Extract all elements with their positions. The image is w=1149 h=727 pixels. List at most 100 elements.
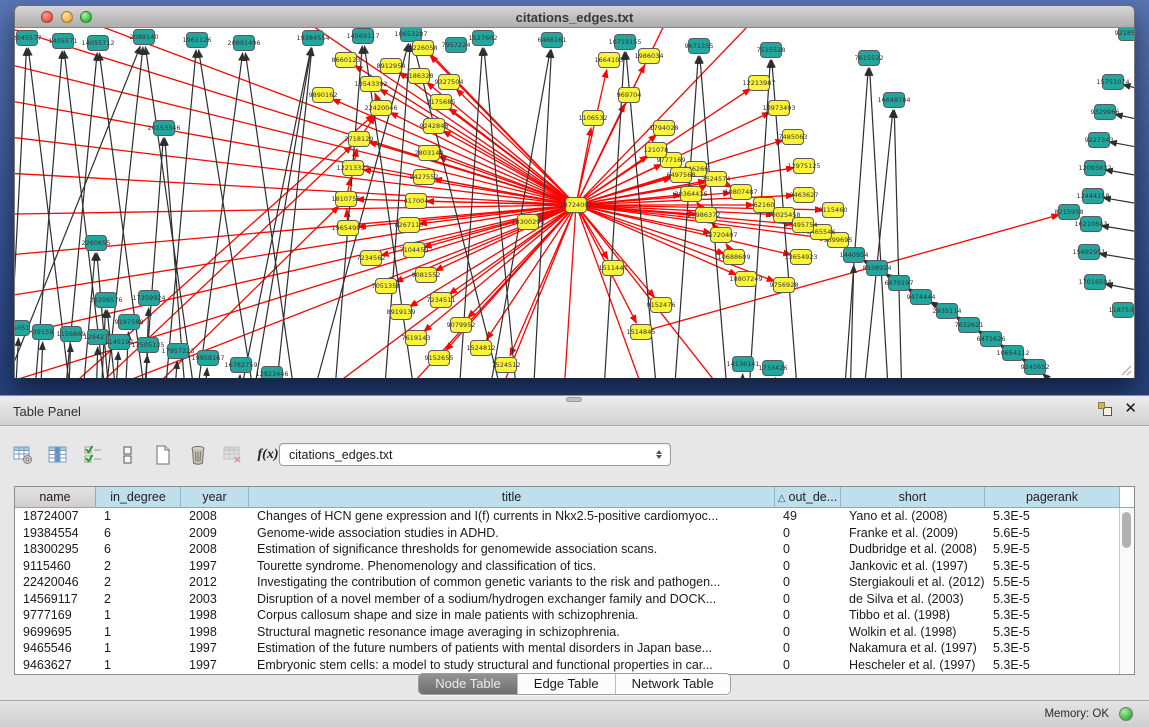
table-cell[interactable]: 5.3E-5 — [985, 657, 1120, 674]
table-row[interactable]: 977716911998Corpus callosum shape and si… — [15, 607, 1120, 624]
graph-node[interactable]: 7619143 — [402, 331, 431, 346]
graph-node[interactable]: 9327504 — [435, 75, 464, 90]
graph-node[interactable]: 7986372 — [692, 208, 721, 223]
table-cell[interactable]: Investigating the contribution of common… — [249, 574, 775, 591]
table-cell[interactable]: 9115460 — [15, 558, 96, 575]
table-row[interactable]: 2242004622012Investigating the contribut… — [15, 574, 1120, 591]
graph-node[interactable]: 15751074 — [1096, 75, 1129, 90]
graph-node[interactable]: 9218507 — [1115, 28, 1135, 41]
graph-node[interactable]: 1961126 — [183, 33, 212, 48]
table-cell[interactable]: 5.3E-5 — [985, 508, 1120, 525]
table-cell[interactable]: Disruption of a novel member of a sodium… — [249, 591, 775, 608]
graph-node[interactable]: 9671355 — [685, 39, 714, 54]
graph-node[interactable]: 17359924 — [132, 291, 165, 306]
network-window-titlebar[interactable]: citations_edges.txt — [14, 5, 1135, 28]
graph-node[interactable]: 10653287 — [394, 28, 427, 42]
network-window[interactable]: citations_edges.txt 20455771405571140557… — [14, 5, 1135, 378]
graph-node[interactable]: 1733426 — [759, 361, 788, 376]
graph-node[interactable]: 1524812 — [467, 341, 496, 356]
table-cell[interactable]: Tourette syndrome. Phenomenology and cla… — [249, 558, 775, 575]
table-cell[interactable]: 2012 — [181, 574, 249, 591]
graph-node[interactable]: 3175685 — [427, 95, 456, 110]
table-cell[interactable]: 5.3E-5 — [985, 640, 1120, 657]
table-cell[interactable]: 5.3E-5 — [985, 624, 1120, 641]
table-cell[interactable]: Hescheler et al. (1997) — [841, 657, 985, 674]
graph-node[interactable]: 12975125 — [787, 159, 820, 174]
table-cell[interactable]: 1 — [96, 640, 181, 657]
column-header-title[interactable]: title — [249, 487, 775, 507]
table-cell[interactable]: 1997 — [181, 558, 249, 575]
graph-node[interactable]: 7957224 — [442, 38, 471, 53]
graph-node[interactable]: 417004 — [404, 194, 429, 209]
canvas-resize-grip[interactable] — [1118, 362, 1132, 376]
table-cell[interactable]: 1997 — [181, 657, 249, 674]
graph-node[interactable]: 1145194 — [105, 335, 134, 350]
table-cell[interactable]: Embryonic stem cells: a model to study s… — [249, 657, 775, 674]
graph-node[interactable]: 9081552 — [412, 268, 441, 283]
graph-node[interactable]: 9245652 — [1021, 360, 1050, 375]
graph-node[interactable]: 16648784 — [877, 93, 910, 108]
graph-node[interactable]: 13654923 — [784, 250, 817, 265]
table-cell[interactable]: 0 — [775, 657, 841, 674]
graph-node[interactable]: 12923446 — [255, 367, 288, 379]
table-row[interactable]: 1456911722003Disruption of a novel membe… — [15, 591, 1120, 608]
graph-node[interactable]: 14055712 — [81, 36, 114, 51]
table-cell[interactable]: 0 — [775, 525, 841, 542]
table-cell[interactable]: 5.5E-5 — [985, 574, 1120, 591]
table-cell[interactable]: 19384554 — [15, 525, 96, 542]
table-cell[interactable]: 6 — [96, 525, 181, 542]
table-cell[interactable]: 1 — [96, 657, 181, 674]
graph-node[interactable]: 85051 — [15, 321, 30, 336]
close-panel-icon[interactable]: ✕ — [1124, 402, 1137, 416]
graph-node[interactable]: 9227343 — [1085, 133, 1114, 148]
table-cell[interactable]: Estimation of the future numbers of pati… — [249, 640, 775, 657]
graph-node[interactable]: 8919139 — [387, 305, 416, 320]
graph-node[interactable]: 1986034 — [635, 49, 664, 64]
graph-node[interactable]: 121078 — [644, 143, 669, 158]
graph-node[interactable]: 1156869 — [57, 327, 86, 342]
graph-node[interactable]: 1514845 — [627, 325, 656, 340]
graph-node[interactable]: 7234562 — [357, 251, 386, 266]
show-columns-button[interactable] — [45, 442, 71, 468]
graph-node[interactable]: 19384554 — [296, 31, 329, 46]
table-cell[interactable]: Nakamura et al. (1997) — [841, 640, 985, 657]
graph-node[interactable]: 8660123 — [332, 53, 361, 68]
graph-node[interactable]: 9079952 — [447, 318, 476, 333]
table-cell[interactable]: 2009 — [181, 525, 249, 542]
select-rows-button[interactable] — [80, 442, 106, 468]
table-cell[interactable]: 0 — [775, 607, 841, 624]
delete-entries-button[interactable] — [185, 442, 211, 468]
graph-node[interactable]: 2226058 — [409, 41, 438, 56]
graph-node[interactable]: 9152655 — [425, 351, 454, 366]
graph-node[interactable]: 1405571 — [49, 34, 78, 49]
graph-node[interactable]: 9495754 — [789, 218, 818, 233]
graph-node[interactable]: 12444158 — [1076, 189, 1109, 204]
graph-node[interactable]: 2803144 — [415, 146, 444, 161]
graph-node[interactable]: 20891406 — [227, 36, 260, 51]
graph-node[interactable]: 6497568 — [667, 168, 696, 183]
graph-node[interactable]: 1810755 — [332, 192, 361, 207]
table-cell[interactable]: 0 — [775, 640, 841, 657]
graph-node[interactable]: 1187534 — [1109, 303, 1135, 318]
graph-node[interactable]: 2089140 — [130, 30, 159, 45]
graph-node[interactable]: 6879197 — [885, 276, 914, 291]
tab-node-table[interactable]: Node Table — [419, 674, 517, 694]
table-scrollbar[interactable] — [1119, 508, 1134, 674]
graph-node[interactable]: 20153346 — [147, 121, 180, 136]
table-cell[interactable]: Jankovic et al. (1997) — [841, 558, 985, 575]
tab-network-table[interactable]: Network Table — [615, 674, 730, 694]
table-cell[interactable]: Dudbridge et al. (2008) — [841, 541, 985, 558]
table-cell[interactable]: 2003 — [181, 591, 249, 608]
graph-node[interactable]: 9242848 — [420, 119, 449, 134]
table-cell[interactable]: 6 — [96, 541, 181, 558]
table-cell[interactable]: 9463627 — [15, 657, 96, 674]
table-cell[interactable]: 18300295 — [15, 541, 96, 558]
table-row[interactable]: 1872400712008Changes of HCN gene express… — [15, 508, 1120, 525]
table-cell[interactable]: 18724007 — [15, 508, 96, 525]
table-cell[interactable]: Changes of HCN gene expression and I(f) … — [249, 508, 775, 525]
table-scrollbar-thumb[interactable] — [1122, 512, 1131, 548]
graph-node[interactable]: 9463627 — [790, 188, 819, 203]
graph-node[interactable]: 8186328 — [405, 69, 434, 84]
table-row[interactable]: 946362711997Embryonic stem cells: a mode… — [15, 657, 1120, 674]
graph-node[interactable]: 9329966 — [1091, 105, 1120, 120]
